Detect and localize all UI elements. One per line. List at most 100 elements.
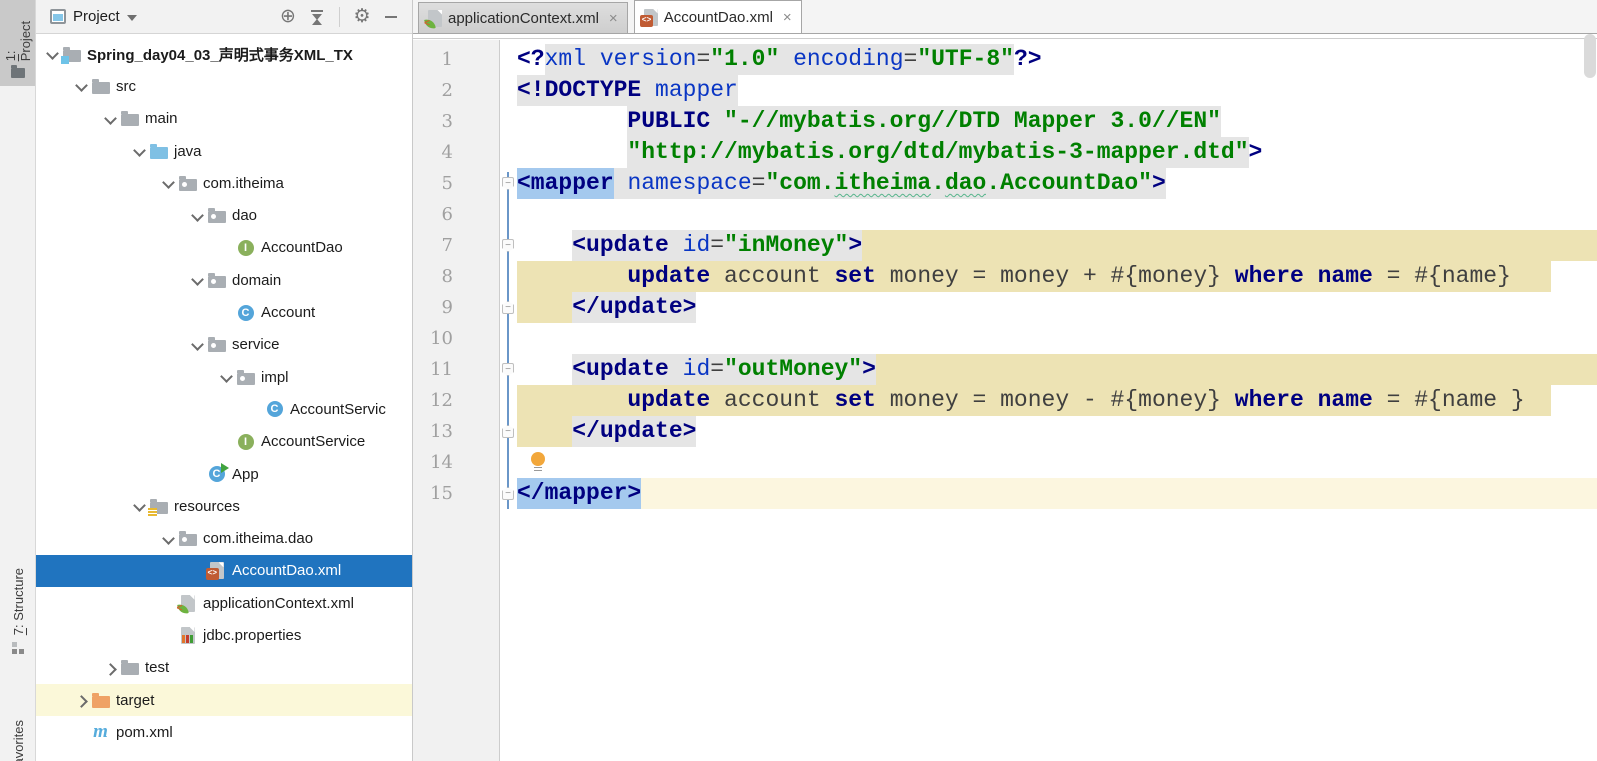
project-tool-window: Project ⊕ ⚙ Spring_day04_03_声明式事务XML_TX s… xyxy=(36,0,413,761)
code-line-2[interactable]: <!DOCTYPE mapper xyxy=(517,75,1597,106)
tree-item-applicationContext.xml[interactable]: < applicationContext.xml xyxy=(36,587,412,619)
tree-item-AccountServic[interactable]: C AccountServic xyxy=(36,393,412,425)
locate-file-button[interactable]: ⊕ xyxy=(277,6,299,28)
tree-item-AccountDao.xml[interactable]: AccountDao.xml xyxy=(36,554,412,588)
fold-start-icon[interactable]: − xyxy=(502,363,514,376)
chevron-open-icon[interactable] xyxy=(189,337,207,353)
tree-item-AccountDao[interactable]: I AccountDao xyxy=(36,232,412,264)
package-icon xyxy=(207,272,226,289)
close-icon[interactable]: × xyxy=(609,10,618,27)
tree-item-dao[interactable]: dao xyxy=(36,199,412,231)
intention-bulb-icon[interactable] xyxy=(531,452,545,472)
chevron-open-icon[interactable] xyxy=(160,531,178,547)
tree-item-pom.xml[interactable]: m pom.xml xyxy=(36,716,412,748)
chevron-down-icon[interactable] xyxy=(126,14,137,21)
chevron-open-icon[interactable] xyxy=(102,111,120,127)
stripe-tab-structure[interactable]: 7: Structure xyxy=(0,560,35,670)
code-line-12[interactable]: update account set money = money - #{mon… xyxy=(517,385,1597,416)
tree-item-main[interactable]: main xyxy=(36,103,412,135)
file-spring-icon: < xyxy=(177,594,197,615)
collapse-all-button[interactable] xyxy=(306,6,328,28)
fold-end-icon[interactable]: − xyxy=(502,487,514,500)
chevron-open-icon[interactable] xyxy=(131,143,149,159)
tree-item-com.itheima[interactable]: com.itheima xyxy=(36,167,412,199)
code-token: #{name} xyxy=(1414,261,1511,292)
code-line-7[interactable]: <update id = "inMoney" > xyxy=(517,230,1597,261)
tree-item-service[interactable]: service xyxy=(36,329,412,361)
tree-item-impl[interactable]: impl xyxy=(36,361,412,393)
tree-item-src[interactable]: src xyxy=(36,70,412,102)
code-line-11[interactable]: <update id = "outMoney" > xyxy=(517,354,1597,385)
code-token: where xyxy=(1234,385,1304,416)
stripe-tab-favorites[interactable]: Favorites xyxy=(0,712,35,761)
fold-end-icon[interactable]: − xyxy=(502,301,514,314)
fold-start-icon[interactable]: − xyxy=(502,239,514,252)
line-number: 9 xyxy=(441,297,453,318)
code-line-3[interactable]: PUBLIC "-//mybatis.org//DTD Mapper 3.0//… xyxy=(517,106,1597,137)
code-token: #{money} xyxy=(1110,385,1221,416)
fold-end-icon[interactable]: − xyxy=(502,425,514,438)
tree-item-java[interactable]: java xyxy=(36,135,412,167)
editor-scrollbar[interactable] xyxy=(1584,34,1596,78)
code-editor[interactable]: <? xml version = "1.0" encoding = "UTF-8" ?> <!… xyxy=(517,40,1597,761)
code-token: name xyxy=(1317,385,1373,416)
tree-item-label: domain xyxy=(232,271,282,289)
tree-item-resources[interactable]: resources xyxy=(36,490,412,522)
maven-icon: m xyxy=(93,721,108,743)
tree-item-domain[interactable]: domain xyxy=(36,264,412,296)
code-line-8[interactable]: update account set money = money + #{mon… xyxy=(517,261,1597,292)
code-token xyxy=(517,292,573,323)
close-icon[interactable]: × xyxy=(783,9,792,26)
tree-item-label: target xyxy=(116,691,155,709)
tree-item-target[interactable]: target xyxy=(36,683,412,717)
code-line-5[interactable]: <mapper namespace = "com. itheima. dao .Accou… xyxy=(517,168,1597,199)
tree-item-AccountService[interactable]: I AccountService xyxy=(36,426,412,458)
stripe-structure-label: 7: Structure xyxy=(10,568,26,636)
chevron-open-icon[interactable] xyxy=(131,498,149,514)
tab-AccountDao-xml[interactable]: AccountDao.xml × xyxy=(633,0,802,33)
chevron-open-icon[interactable] xyxy=(189,208,207,224)
code-line-15[interactable]: </mapper> xyxy=(517,478,1597,509)
file-props-icon xyxy=(178,626,197,644)
tree-item-com.itheima.dao[interactable]: com.itheima.dao xyxy=(36,522,412,554)
hide-panel-button[interactable] xyxy=(380,6,402,28)
settings-gear-button[interactable]: ⚙ xyxy=(351,6,373,28)
code-token xyxy=(1303,385,1318,416)
class-run-icon: C xyxy=(207,463,229,483)
chevron-open-icon[interactable] xyxy=(189,272,207,288)
code-line-9[interactable]: </update> xyxy=(517,292,1597,323)
code-line-13[interactable]: </update> xyxy=(517,416,1597,447)
chevron-open-icon[interactable] xyxy=(160,175,178,191)
chevron-open-icon[interactable] xyxy=(44,46,62,62)
chevron-closed-icon[interactable] xyxy=(73,692,91,708)
mybatis-xml-icon xyxy=(639,8,658,27)
chevron-open-icon[interactable] xyxy=(73,78,91,94)
iface-icon: I xyxy=(236,239,255,256)
fold-start-icon[interactable]: − xyxy=(502,177,514,190)
chevron-closed-icon[interactable] xyxy=(102,660,120,676)
stripe-tab-project[interactable]: 1: Project xyxy=(0,0,35,86)
tree-item-Account[interactable]: C Account xyxy=(36,296,412,328)
tree-item-test[interactable]: test xyxy=(36,652,412,684)
code-token: version xyxy=(599,44,697,75)
code-line-1[interactable]: <? xml version = "1.0" encoding = "UTF-8" ?> xyxy=(517,44,1597,75)
tree-item-Spring_day04_03__XML_TX[interactable]: Spring_day04_03_声明式事务XML_TX xyxy=(36,38,412,70)
tab-applicationContext-xml[interactable]: < applicationContext.xml × xyxy=(418,2,628,33)
code-line-6[interactable] xyxy=(517,199,1597,230)
chevron-open-icon[interactable] xyxy=(218,369,236,385)
code-line-10[interactable] xyxy=(517,323,1597,354)
folder-orange-icon xyxy=(91,692,110,709)
package-icon xyxy=(236,369,255,386)
tree-item-App[interactable]: C App xyxy=(36,458,412,490)
class-icon: C xyxy=(265,401,284,418)
code-token xyxy=(613,168,628,199)
code-line-14[interactable] xyxy=(517,447,1597,478)
code-token: <? xyxy=(517,46,545,72)
project-panel-title[interactable]: Project xyxy=(73,8,120,25)
tree-item-jdbc.properties[interactable]: jdbc.properties xyxy=(36,619,412,651)
stripe-favorites-label: Favorites xyxy=(10,720,26,761)
code-line-4[interactable]: "http://mybatis.org/dtd/mybatis-3-mapper… xyxy=(517,137,1597,168)
